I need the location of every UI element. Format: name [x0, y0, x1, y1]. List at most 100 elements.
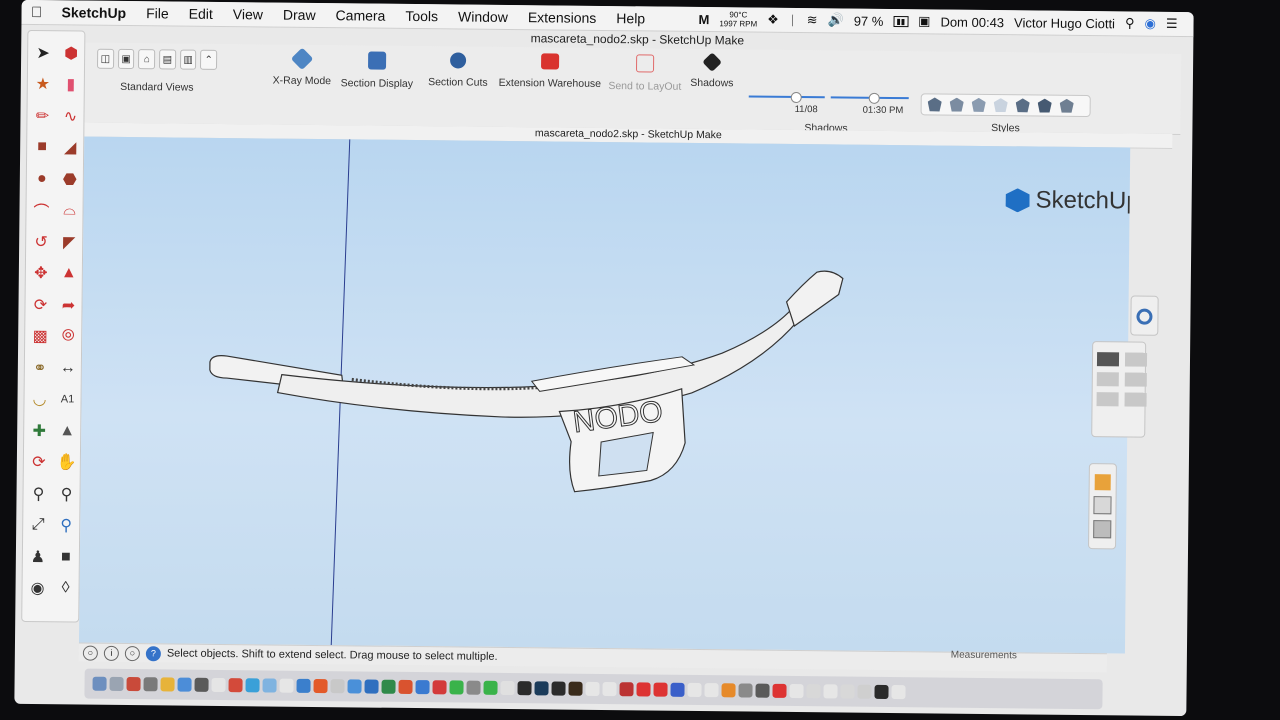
app-icon[interactable]	[874, 684, 889, 699]
three-point-arc-icon[interactable]: ↺	[27, 226, 55, 258]
text-tool-icon[interactable]: A1	[53, 384, 81, 416]
menu-edit[interactable]: Edit	[179, 6, 223, 22]
whatsapp-icon[interactable]	[449, 680, 464, 695]
make-component-icon[interactable]: ⬢	[57, 37, 85, 69]
app-icon[interactable]	[432, 680, 447, 695]
rotate-tool-icon[interactable]: ⟳	[26, 289, 54, 321]
app-icon[interactable]	[211, 677, 226, 693]
battery-percent[interactable]: 97 %	[854, 13, 884, 28]
menu-extensions[interactable]: Extensions	[518, 9, 607, 26]
polygon-tool-icon[interactable]: ⬣	[56, 163, 84, 195]
app-icon[interactable]	[704, 683, 719, 698]
zoom-window-icon[interactable]: ⚲	[52, 478, 80, 510]
hidden-line-style-icon[interactable]	[994, 98, 1008, 112]
orbit-icon[interactable]	[1136, 308, 1153, 325]
app-icon[interactable]	[721, 683, 736, 698]
app-icon[interactable]	[160, 677, 175, 692]
zoom-extents-icon[interactable]: ⤢	[24, 509, 52, 541]
app-icon[interactable]	[126, 677, 141, 692]
spotlight-search-icon[interactable]: ⚲	[1125, 15, 1135, 31]
app-icon[interactable]	[262, 678, 277, 693]
left-view-icon[interactable]: ⌃	[200, 49, 218, 70]
shadows-toggle-button[interactable]: Shadows	[685, 52, 739, 90]
select-tool-icon[interactable]: ➤	[29, 37, 57, 69]
app-icon[interactable]	[330, 679, 345, 694]
info-icon[interactable]: i	[103, 645, 119, 661]
menu-help[interactable]: Help	[606, 10, 655, 27]
walk-tool-icon[interactable]: ■	[52, 541, 80, 573]
cpu-monitor[interactable]: 90°C 1997 RPM	[719, 10, 757, 28]
app-icon[interactable]	[602, 682, 617, 697]
front-view-icon[interactable]: ⌂	[138, 49, 156, 70]
app-icon[interactable]	[653, 682, 668, 697]
word-icon[interactable]	[364, 679, 379, 694]
shadow-time-knob[interactable]	[868, 92, 880, 104]
view-left-icon[interactable]	[1124, 392, 1147, 407]
app-icon[interactable]	[585, 681, 600, 696]
shadow-date-slider[interactable]	[748, 91, 825, 104]
axes-tool-icon[interactable]: ✚	[25, 415, 53, 447]
display-icon[interactable]: ▣	[918, 13, 930, 29]
orbit-tool-icon[interactable]: ⟳	[25, 446, 53, 478]
two-point-arc-icon[interactable]: ⌓	[55, 195, 83, 227]
app-icon[interactable]	[279, 678, 294, 693]
app-icon[interactable]	[143, 677, 158, 692]
excel-icon[interactable]	[381, 679, 396, 694]
clock[interactable]: Dom 00:43	[940, 14, 1004, 30]
app-icon[interactable]	[296, 678, 311, 693]
app-icon[interactable]	[228, 678, 243, 693]
battery-icon[interactable]: ▮▮	[893, 15, 909, 27]
app-icon[interactable]	[466, 680, 481, 695]
app-icon[interactable]	[194, 677, 209, 692]
dropbox-icon[interactable]: ❖	[767, 12, 779, 28]
protractor-icon[interactable]: ◡	[25, 383, 53, 415]
menu-camera[interactable]: Camera	[326, 7, 396, 24]
offset-tool-icon[interactable]: ⦾	[54, 321, 82, 353]
back-view-icon[interactable]: ▥	[179, 49, 197, 70]
app-icon[interactable]	[840, 684, 855, 699]
wifi-icon[interactable]: ≋	[807, 12, 818, 28]
launchpad-icon[interactable]	[109, 676, 124, 691]
menu-view[interactable]: View	[223, 6, 273, 23]
face-shield-frame-model[interactable]: NODO	[209, 265, 844, 495]
geo-location-icon[interactable]: ○	[82, 645, 98, 661]
top-view-icon[interactable]: ▣	[117, 48, 135, 70]
extension-warehouse-button[interactable]: Extension Warehouse	[495, 53, 605, 90]
app-icon[interactable]	[483, 680, 498, 695]
dimension-tool-icon[interactable]: ↔	[54, 352, 82, 384]
monochrome-style-icon[interactable]	[1060, 99, 1074, 113]
app-icon[interactable]	[347, 679, 362, 694]
look-around-icon[interactable]: ◉	[23, 572, 51, 604]
circle-tool-icon[interactable]: ●	[28, 163, 56, 195]
outlook-icon[interactable]	[415, 680, 430, 695]
finder-icon[interactable]	[92, 676, 107, 691]
section-plane-icon[interactable]: ◊	[51, 573, 79, 605]
app-icon[interactable]	[789, 683, 804, 699]
safari-icon[interactable]	[177, 677, 192, 692]
paint-bucket-icon[interactable]: ★	[29, 68, 57, 100]
material-gray-icon[interactable]	[1093, 520, 1112, 539]
line-tool-icon[interactable]: ✏	[28, 100, 56, 132]
view-top-icon[interactable]	[1124, 352, 1148, 367]
app-icon[interactable]	[738, 683, 753, 698]
app-icon[interactable]	[500, 680, 515, 696]
trash-icon[interactable]	[891, 685, 906, 700]
app-icon[interactable]	[857, 684, 872, 699]
wireframe-style-icon[interactable]	[972, 98, 986, 112]
3d-text-icon[interactable]: ▲	[53, 415, 81, 447]
app-icon[interactable]	[619, 682, 634, 697]
xray-style-icon[interactable]	[928, 97, 942, 111]
app-icon[interactable]	[568, 681, 583, 696]
apple-menu-icon[interactable]: 	[22, 3, 52, 20]
acrobat-icon[interactable]	[772, 683, 787, 698]
shadow-date-knob[interactable]	[790, 91, 802, 104]
app-icon[interactable]	[755, 683, 770, 698]
follow-me-icon[interactable]: ➦	[54, 289, 82, 321]
sketchup-dock-icon[interactable]	[636, 682, 651, 697]
freehand-tool-icon[interactable]: ∿	[56, 100, 84, 132]
vlc-icon[interactable]	[313, 678, 328, 694]
section-cuts-button[interactable]: Section Cuts	[423, 52, 493, 89]
tape-measure-icon[interactable]: ⚭	[26, 352, 54, 384]
view-front-icon[interactable]	[1096, 372, 1119, 387]
push-pull-icon[interactable]: ▲	[55, 258, 83, 290]
